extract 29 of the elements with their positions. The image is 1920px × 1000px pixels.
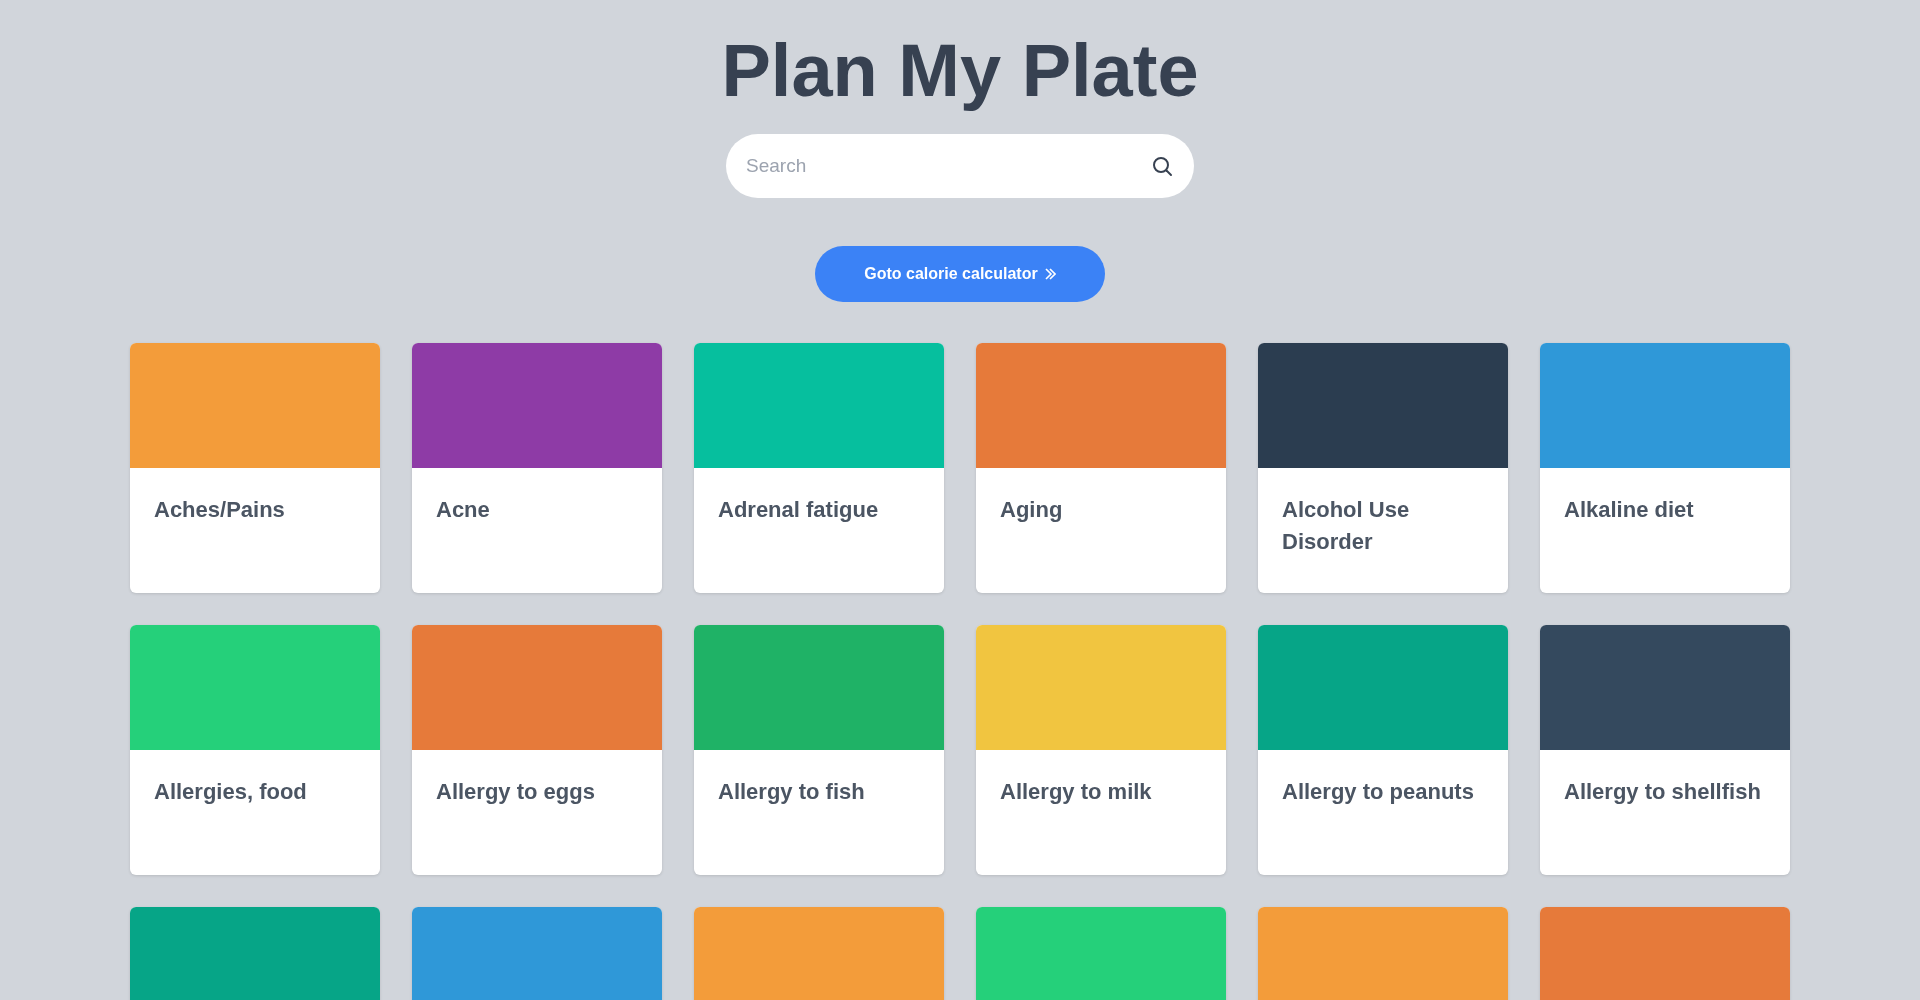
card-title: Allergy to shellfish <box>1563 778 1762 806</box>
card-title: Acne <box>435 496 491 524</box>
topic-card[interactable]: Acne <box>412 343 662 593</box>
page-title: Plan My Plate <box>721 28 1199 114</box>
card-title: Allergy to eggs <box>435 778 596 806</box>
card-title: Alcohol Use Disorder <box>1281 496 1411 556</box>
topic-card[interactable]: Allergy to milk <box>976 625 1226 875</box>
card-title: Allergy to fish <box>717 778 866 806</box>
topic-card[interactable]: Allergies, food <box>130 625 380 875</box>
topic-card[interactable]: Aging <box>976 343 1226 593</box>
topic-card[interactable]: Adrenal fatigue <box>694 343 944 593</box>
card-title: Allergies, food <box>153 778 308 806</box>
double-chevron-icon <box>1043 267 1056 281</box>
card-title: Allergy to peanuts <box>1281 778 1475 806</box>
card-title: Allergy to milk <box>999 778 1153 806</box>
calorie-calculator-button[interactable]: Goto calorie calculator <box>815 246 1105 302</box>
topic-card[interactable]: Alcohol Use Disorder <box>1258 343 1508 593</box>
topic-card[interactable]: Alkaline diet <box>1540 343 1790 593</box>
card-title: Adrenal fatigue <box>717 496 880 524</box>
topic-card[interactable]: Allergy to fish <box>694 625 944 875</box>
card-title: Aging <box>999 496 1064 524</box>
topic-card[interactable]: Allergy to eggs <box>412 625 662 875</box>
topic-card[interactable]: Allergy to peanuts <box>1258 625 1508 875</box>
topic-card[interactable]: Aches/Pains <box>130 343 380 593</box>
card-title: Alkaline diet <box>1563 496 1695 524</box>
search-field[interactable]: Search <box>726 134 1194 198</box>
card-title: Aches/Pains <box>153 496 286 524</box>
search-icon[interactable] <box>1150 154 1174 178</box>
topic-card[interactable]: Allergy to shellfish <box>1540 625 1790 875</box>
